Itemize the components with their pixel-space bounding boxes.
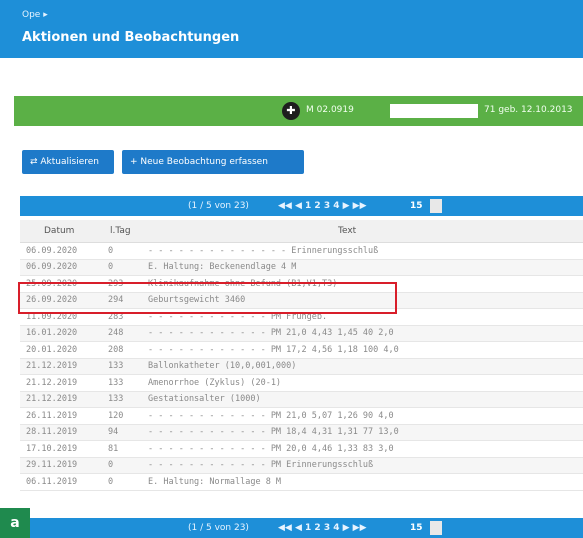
figure-label: a [0, 508, 30, 538]
patient-birth: 71 geb. 12.10.2013 [484, 105, 573, 115]
cell-day: 133 [102, 391, 142, 408]
observation-table: 06.09.2020 0- - - - - - - - - - - - - - E… [20, 243, 583, 491]
table-row[interactable]: 21.12.2019 133 Ballonkatheter (10,0,001,00… [20, 358, 583, 375]
col-text[interactable]: Text [338, 220, 356, 242]
cell-text: - - - - - - - - - - - - PM Erinnerungssc… [142, 457, 583, 474]
cell-text: - - - - - - - - - - - - PM 17,2 4,56 1,1… [142, 341, 583, 359]
cell-day: 81 [102, 440, 142, 458]
cell-day: 0 [102, 259, 142, 276]
table-row[interactable]: 20.01.2020 208- - - - - - - - - - - - PM … [20, 341, 583, 359]
cell-date: 06.11.2019 [20, 473, 102, 491]
rows-per-page: 15 [410, 523, 423, 533]
cell-text: - - - - - - - - - - - - PM 18,4 4,31 1,3… [142, 424, 583, 441]
cell-date: 21.12.2019 [20, 374, 102, 392]
table-row[interactable]: 06.09.2020 0- - - - - - - - - - - - - - E… [20, 243, 583, 260]
cell-date: 21.12.2019 [20, 391, 102, 408]
cell-date: 21.12.2019 [20, 358, 102, 375]
cell-text: - - - - - - - - - - - - PM 21,0 5,07 1,2… [142, 407, 583, 425]
cell-text: - - - - - - - - - - - - PM 20,0 4,46 1,3… [142, 440, 583, 458]
cell-day: 120 [102, 407, 142, 425]
table-row[interactable]: 06.09.2020 0 E. Haltung: Beckenendlage 4 M [20, 259, 583, 276]
cell-text: E. Haltung: Normallage 8 M [142, 473, 583, 491]
redacted-name [390, 104, 478, 118]
rows-per-page: 15 [410, 201, 423, 211]
refresh-button[interactable]: ⇄ Aktualisieren [22, 150, 114, 174]
col-datum[interactable]: Datum [44, 220, 74, 242]
cell-date: 16.01.2020 [20, 325, 102, 342]
cell-text: Gestationsalter (1000) [142, 391, 583, 408]
patient-bar: ✚ M 02.0919 71 geb. 12.10.2013 [14, 96, 583, 126]
cell-text: - - - - - - - - - - - - PM 21,0 4,43 1,4… [142, 325, 583, 342]
cell-text: E. Haltung: Beckenendlage 4 M [142, 259, 583, 276]
pager-text: (1 / 5 von 23) [188, 523, 249, 533]
pager-top: (1 / 5 von 23) ◀◀ ◀ 1 2 3 4 ▶ ▶▶ 15 [20, 196, 583, 216]
pager-text: (1 / 5 von 23) [188, 201, 249, 211]
table-row[interactable]: 17.10.2019 81- - - - - - - - - - - - PM 2… [20, 440, 583, 458]
table-row[interactable]: 29.11.2019 0- - - - - - - - - - - - PM Er… [20, 457, 583, 474]
rows-per-page-select[interactable] [430, 199, 442, 213]
page-title: Aktionen und Beobachtungen [22, 30, 240, 45]
patient-info: M 02.0919 [306, 105, 354, 115]
cell-date: 20.01.2020 [20, 341, 102, 359]
cell-day: 0 [102, 457, 142, 474]
cell-day: 133 [102, 358, 142, 375]
pager-pages[interactable]: ◀◀ ◀ 1 2 3 4 ▶ ▶▶ [278, 196, 367, 216]
table-row[interactable]: 26.11.2019 120- - - - - - - - - - - - PM … [20, 407, 583, 425]
cell-date: 06.09.2020 [20, 259, 102, 276]
pager-bottom: (1 / 5 von 23) ◀◀ ◀ 1 2 3 4 ▶ ▶▶ 15 [20, 518, 583, 538]
table-row[interactable]: 06.11.2019 0 E. Haltung: Normallage 8 M [20, 473, 583, 491]
rows-per-page-select[interactable] [430, 521, 442, 535]
page-header: Ope ▸ Aktionen und Beobachtungen [0, 0, 583, 58]
cell-date: 28.11.2019 [20, 424, 102, 441]
table-row[interactable]: 28.11.2019 94- - - - - - - - - - - - PM 1… [20, 424, 583, 441]
cell-day: 0 [102, 243, 142, 260]
cell-date: 06.09.2020 [20, 243, 102, 260]
cell-day: 208 [102, 341, 142, 359]
cell-date: 29.11.2019 [20, 457, 102, 474]
table-header: Datum l.Tag Text [20, 220, 583, 243]
cell-date: 17.10.2019 [20, 440, 102, 458]
cell-date: 26.11.2019 [20, 407, 102, 425]
new-observation-button[interactable]: + Neue Beobachtung erfassen [122, 150, 304, 174]
cell-text: Amenorrhoe (Zyklus) (20-1) [142, 374, 583, 392]
highlight-box [18, 282, 397, 314]
cell-day: 248 [102, 325, 142, 342]
breadcrumb[interactable]: Ope ▸ [22, 10, 48, 20]
table-row[interactable]: 16.01.2020 248- - - - - - - - - - - - PM … [20, 325, 583, 342]
pager-pages[interactable]: ◀◀ ◀ 1 2 3 4 ▶ ▶▶ [278, 518, 367, 538]
patient-circle-icon[interactable]: ✚ [282, 102, 300, 120]
cell-text: Ballonkatheter (10,0,001,000) [142, 358, 583, 375]
table-row[interactable]: 21.12.2019 133 Amenorrhoe (Zyklus) (20-1) [20, 374, 583, 392]
cell-text: - - - - - - - - - - - - - - Erinnerungss… [142, 243, 583, 260]
table-row[interactable]: 21.12.2019 133 Gestationsalter (1000) [20, 391, 583, 408]
cell-day: 94 [102, 424, 142, 441]
cell-day: 0 [102, 473, 142, 491]
col-tag[interactable]: l.Tag [110, 220, 131, 242]
cell-day: 133 [102, 374, 142, 392]
